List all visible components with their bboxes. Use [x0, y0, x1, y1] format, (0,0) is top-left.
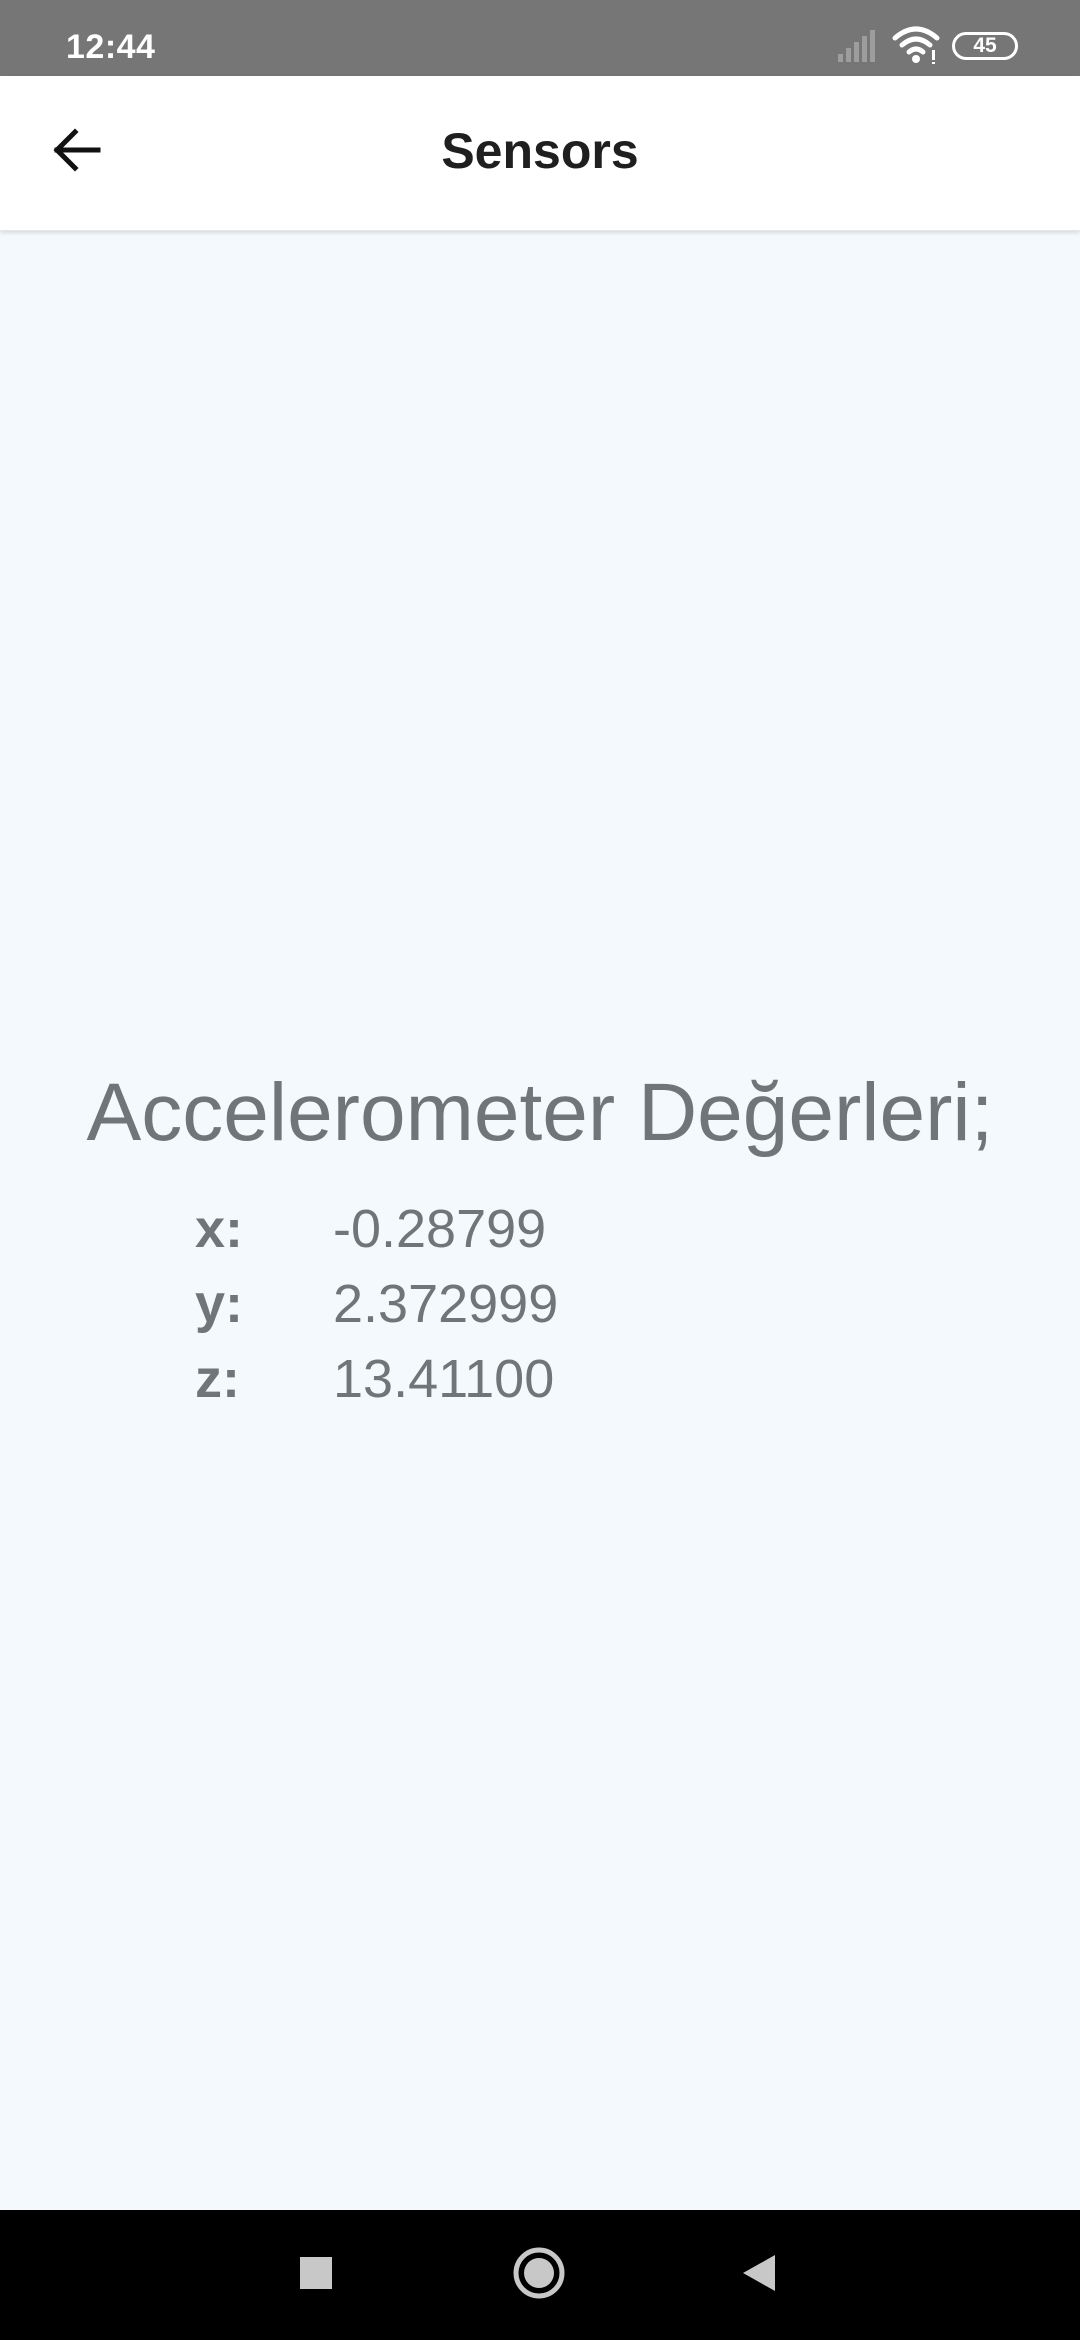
recents-button[interactable] — [285, 2244, 347, 2306]
axis-label-z: z: — [195, 1349, 240, 1409]
home-circle-icon — [511, 2245, 567, 2306]
nav-back-button[interactable] — [728, 2244, 790, 2306]
axis-value-z: 13.41100 — [333, 1349, 555, 1409]
axis-value-y: 2.372999 — [333, 1274, 559, 1334]
signal-icon — [838, 28, 880, 67]
battery-level: 45 — [973, 34, 997, 57]
home-button[interactable] — [508, 2244, 570, 2306]
back-triangle-icon — [741, 2253, 777, 2298]
axis-label-x: x: — [195, 1199, 244, 1259]
status-time: 12:44 — [66, 28, 156, 66]
axis-value-x: -0.28799 — [333, 1199, 547, 1259]
battery-icon: 45 — [952, 32, 1018, 60]
screen: 12:44 45 Sensors Accelerometer Değerleri… — [0, 0, 1080, 2340]
app-bar: Sensors — [0, 76, 1080, 231]
recents-square-icon — [299, 2256, 333, 2295]
wifi-icon — [892, 26, 940, 69]
page-title: Sensors — [441, 123, 639, 179]
sensor-heading: Accelerometer Değerleri; — [86, 1067, 994, 1158]
navigation-bar — [0, 2210, 1080, 2340]
status-bar: 12:44 45 — [0, 0, 1080, 76]
axis-label-y: y: — [195, 1274, 244, 1334]
